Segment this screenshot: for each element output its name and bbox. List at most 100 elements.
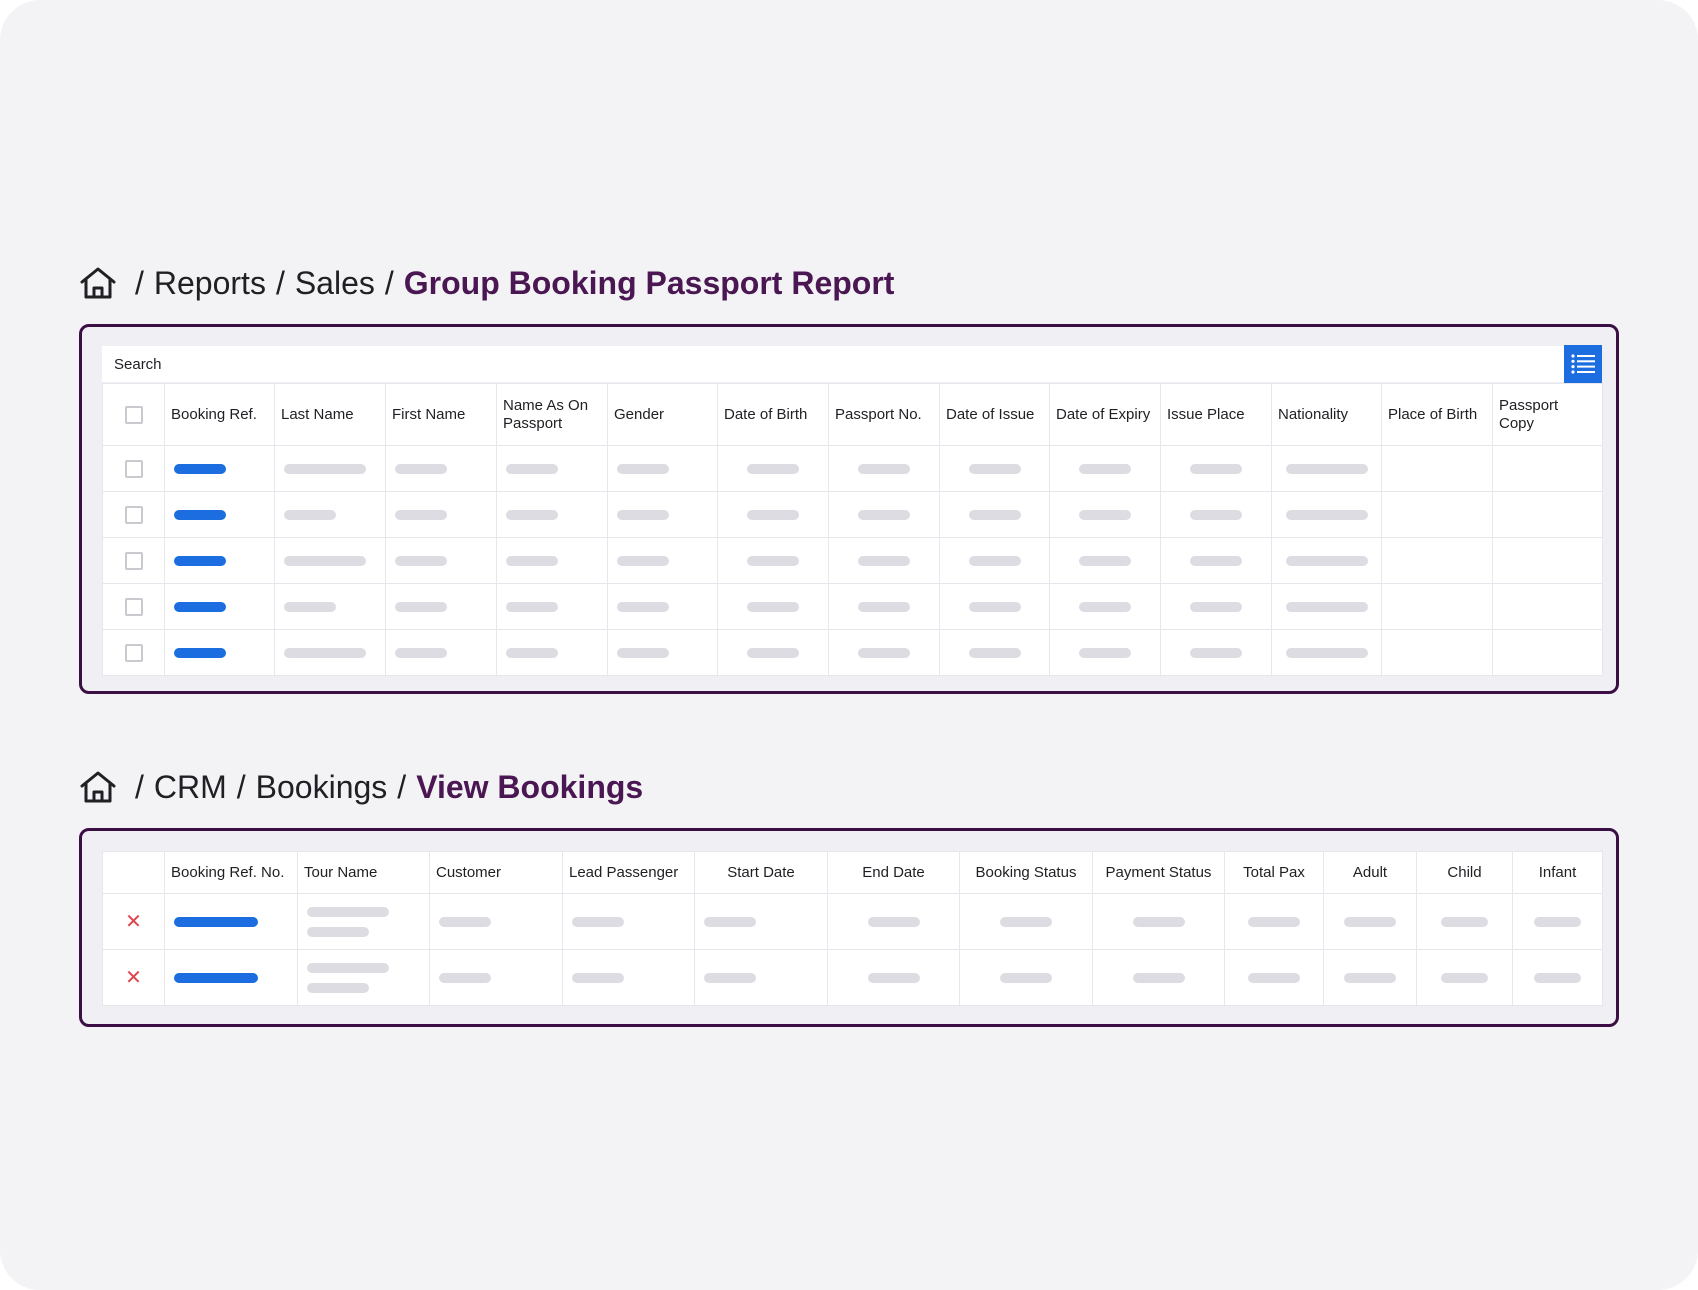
placeholder-bar	[1132, 916, 1185, 927]
placeholder-bar	[968, 647, 1021, 658]
breadcrumb-separator: /	[236, 768, 246, 805]
placeholder-bar	[1000, 972, 1052, 983]
table-row[interactable]	[102, 629, 1603, 676]
placeholder-bar	[858, 463, 910, 474]
breadcrumb-separator: /	[397, 768, 407, 805]
column-header[interactable]: Name As On Passport	[496, 383, 608, 446]
table-row[interactable]: ✕	[102, 949, 1603, 1006]
breadcrumb-separator: /	[384, 264, 394, 301]
placeholder-bar	[1441, 972, 1488, 983]
placeholder-bar	[1190, 509, 1242, 520]
placeholder-bar	[439, 972, 491, 983]
booking-ref-link[interactable]	[174, 972, 258, 983]
breadcrumb-item-bookings[interactable]: Bookings	[256, 769, 388, 806]
placeholder-bar	[747, 509, 799, 520]
placeholder-bar	[1079, 509, 1131, 520]
search-input[interactable]	[102, 346, 1562, 382]
breadcrumb-item-crm[interactable]: CRM	[154, 769, 227, 806]
booking-ref-link[interactable]	[174, 647, 226, 658]
row-checkbox[interactable]	[124, 505, 143, 524]
placeholder-bar	[395, 463, 447, 474]
column-header[interactable]: Nationality	[1271, 383, 1382, 446]
column-header[interactable]: Tour Name	[297, 851, 430, 894]
column-header[interactable]: Date of Issue	[939, 383, 1050, 446]
placeholder-bar	[1079, 463, 1131, 474]
placeholder-bar	[1190, 647, 1242, 658]
table-header-row: Booking Ref. No. Tour Name Customer Lead…	[102, 851, 1603, 894]
column-header[interactable]: End Date	[827, 851, 960, 894]
close-icon[interactable]: ✕	[109, 909, 158, 934]
row-checkbox[interactable]	[124, 459, 143, 478]
booking-ref-link[interactable]	[174, 555, 226, 566]
booking-ref-link[interactable]	[174, 509, 226, 520]
table-row[interactable]	[102, 583, 1603, 630]
placeholder-bar	[1344, 972, 1396, 983]
column-header[interactable]: Passport No.	[828, 383, 940, 446]
placeholder-bar	[1190, 463, 1242, 474]
column-header[interactable]: Lead Passenger	[562, 851, 695, 894]
row-checkbox[interactable]	[124, 643, 143, 662]
column-header[interactable]: Last Name	[274, 383, 386, 446]
column-header[interactable]: Payment Status	[1092, 851, 1225, 894]
booking-ref-link[interactable]	[174, 463, 226, 474]
placeholder-bar	[395, 647, 447, 658]
placeholder-bar	[1079, 555, 1131, 566]
passport-report-panel: Booking Ref. Last Name First Name Name A…	[79, 324, 1619, 694]
column-header[interactable]: Booking Status	[959, 851, 1093, 894]
home-icon[interactable]	[79, 264, 117, 302]
view-bookings-panel: Booking Ref. No. Tour Name Customer Lead…	[79, 828, 1619, 1027]
placeholder-bar	[1285, 463, 1368, 474]
column-header[interactable]: Place of Birth	[1381, 383, 1493, 446]
placeholder-bar	[1441, 916, 1488, 927]
breadcrumb-item-reports[interactable]: Reports	[154, 265, 266, 302]
row-checkbox[interactable]	[124, 551, 143, 570]
placeholder-bar	[858, 509, 910, 520]
column-header[interactable]: Date of Birth	[717, 383, 829, 446]
column-header[interactable]: Child	[1416, 851, 1513, 894]
placeholder-bar	[747, 601, 799, 612]
placeholder-bar	[284, 601, 336, 612]
placeholder-bar	[968, 463, 1021, 474]
column-header[interactable]: Total Pax	[1224, 851, 1324, 894]
column-header[interactable]: Issue Place	[1160, 383, 1272, 446]
column-list-button[interactable]	[1564, 345, 1602, 383]
placeholder-bar	[284, 509, 336, 520]
placeholder-bar	[867, 972, 920, 983]
placeholder-bar	[968, 555, 1021, 566]
placeholder-bar	[506, 555, 558, 566]
table-row[interactable]	[102, 537, 1603, 584]
column-header[interactable]: Adult	[1323, 851, 1417, 894]
placeholder-bar	[284, 647, 366, 658]
table-row[interactable]	[102, 445, 1603, 492]
select-all-checkbox[interactable]	[124, 405, 143, 424]
column-header[interactable]: Booking Ref.	[164, 383, 275, 446]
breadcrumb-item-sales[interactable]: Sales	[295, 265, 375, 302]
close-icon[interactable]: ✕	[109, 965, 158, 990]
column-header[interactable]: First Name	[385, 383, 497, 446]
placeholder-bar	[747, 555, 799, 566]
placeholder-bar	[858, 555, 910, 566]
table-row[interactable]	[102, 491, 1603, 538]
placeholder-bar	[284, 555, 366, 566]
placeholder-bar	[506, 463, 558, 474]
booking-ref-link[interactable]	[174, 916, 258, 927]
placeholder-bar	[704, 972, 756, 983]
placeholder-bar	[704, 916, 756, 927]
placeholder-bar	[1190, 601, 1242, 612]
column-header[interactable]: Infant	[1512, 851, 1603, 894]
placeholder-bar	[1285, 601, 1368, 612]
row-checkbox[interactable]	[124, 597, 143, 616]
column-header[interactable]: Start Date	[694, 851, 828, 894]
placeholder-bar	[968, 601, 1021, 612]
column-header[interactable]: Booking Ref. No.	[164, 851, 298, 894]
column-header[interactable]: Passport Copy	[1492, 383, 1603, 446]
column-header[interactable]: Date of Expiry	[1049, 383, 1161, 446]
placeholder-bar	[858, 647, 910, 658]
placeholder-bar	[1132, 972, 1185, 983]
column-header[interactable]: Gender	[607, 383, 718, 446]
home-icon[interactable]	[79, 768, 117, 806]
booking-ref-link[interactable]	[174, 601, 226, 612]
table-row[interactable]: ✕	[102, 893, 1603, 950]
placeholder-bar	[572, 972, 624, 983]
column-header[interactable]: Customer	[429, 851, 563, 894]
